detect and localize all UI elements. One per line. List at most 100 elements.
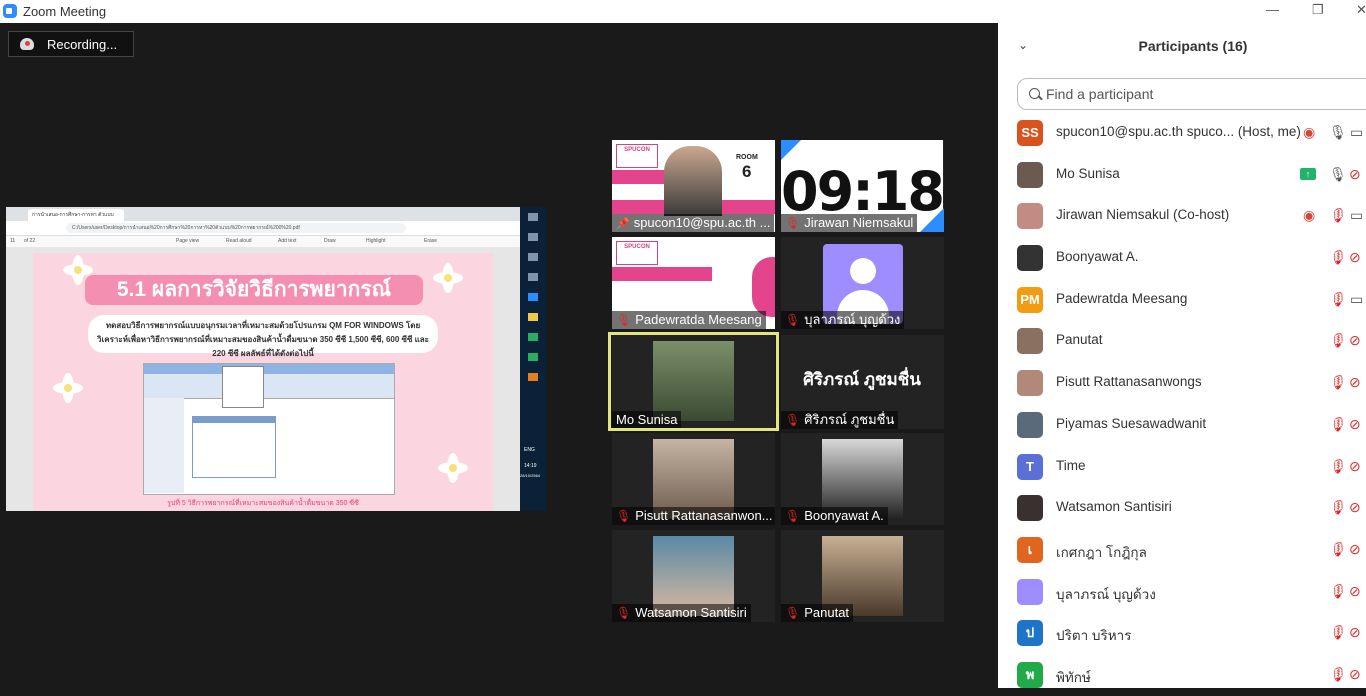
participant-name: spucon10@spu.ac.th spuco... (Host, me)	[1056, 124, 1301, 139]
camera-off-icon[interactable]: ⊘	[1349, 332, 1361, 349]
participant-row[interactable]: Watsamon Santisiri 🎙︎ ⊘	[998, 487, 1366, 529]
video-tile[interactable]: 09:18 🎙 Jirawan Niemsakul	[781, 140, 944, 232]
search-icon	[1029, 88, 1040, 99]
mic-muted-icon[interactable]: 🎙︎	[1328, 207, 1346, 224]
participant-row[interactable]: Boonyawat A. 🎙︎ ⊘	[998, 237, 1366, 279]
camera-icon[interactable]: ▭	[1350, 207, 1363, 224]
participant-row[interactable]: T Time 🎙︎ ⊘	[998, 446, 1366, 488]
mic-muted-icon[interactable]: 🎙︎	[1328, 541, 1346, 558]
camera-off-icon[interactable]: ⊘	[1349, 624, 1361, 641]
participant-avatar	[1017, 578, 1043, 605]
video-tile[interactable]: 🎙 Boonyawat A.	[781, 433, 944, 525]
pdf-page-total: of 22	[24, 238, 36, 244]
participant-row[interactable]: SS spucon10@spu.ac.th spuco... (Host, me)…	[998, 112, 1366, 154]
recording-label: Recording...	[47, 37, 118, 52]
mic-muted-icon[interactable]: 🎙︎	[1328, 332, 1346, 349]
mic-muted-icon[interactable]: 🎙︎	[1328, 583, 1346, 600]
minimize-icon[interactable]: —	[1266, 2, 1279, 17]
participant-avatar	[1017, 328, 1043, 355]
participant-search[interactable]	[1017, 78, 1366, 110]
browser-url[interactable]: C:/Users/user/Desktop/การนำเสนอ%20การศึก…	[66, 223, 406, 233]
taskbar-time: 14:19	[524, 463, 537, 469]
participant-row[interactable]: Mo Sunisa ↑ 🎙︎ ⊘	[998, 154, 1366, 196]
video-tile[interactable]: SPUCON 🎙 Padewratda Meesang	[612, 237, 775, 329]
shared-screen[interactable]: การนำเสนอ-การศึกษา-การหา ตัวแบบ C:/Users…	[6, 207, 546, 511]
camera-icon[interactable]: ▭	[1350, 291, 1363, 308]
tile-name: 🎙 Jirawan Niemsakul	[781, 214, 918, 232]
pdf-page-number: 11	[10, 238, 16, 244]
participant-row[interactable]: Piyamas Suesawadwanit 🎙︎ ⊘	[998, 404, 1366, 446]
tile-name: 🎙 Panutat	[781, 604, 854, 622]
tile-name: 🎙 Padewratda Meesang	[612, 311, 766, 329]
cloud-recording-icon: ◉	[1303, 124, 1316, 140]
participant-row[interactable]: ป ปริตา บริหาร 🎙︎ ⊘	[998, 612, 1366, 654]
video-tile[interactable]: 🎙 Panutat	[781, 530, 944, 622]
pdf-tool-erase[interactable]: Erase	[424, 238, 437, 244]
tile-name: 🎙 Pisutt Rattanasanwon...	[612, 507, 775, 525]
browser-tab[interactable]: การนำเสนอ-การศึกษา-การหา ตัวแบบ	[28, 209, 124, 221]
pdf-slide: 5.1 ผลการวิจัยวิธีการพยากรณ์ ทดสอบวิธีกา…	[33, 253, 493, 511]
search-input[interactable]	[1044, 85, 1348, 103]
room-label: ROOM	[736, 154, 758, 161]
participant-name: พิทักษ์	[1056, 669, 1091, 685]
windows-taskbar: ENG 14:19 28/10/2564	[520, 207, 546, 511]
camera-off-icon[interactable]: ⊘	[1349, 541, 1361, 558]
restore-icon[interactable]: ❐	[1312, 2, 1324, 18]
participant-name: Padewratda Meesang	[1056, 290, 1188, 306]
taskbar-date: 28/10/2564	[520, 473, 541, 478]
participant-row[interactable]: Panutat 🎙︎ ⊘	[998, 320, 1366, 362]
participant-avatar	[1017, 203, 1043, 230]
recording-indicator[interactable]: Recording...	[8, 31, 134, 57]
tile-name: 📌 spucon10@spu.ac.th ...	[612, 214, 775, 232]
video-tile[interactable]: 🎙 Watsamon Santisiri	[612, 530, 775, 622]
pdf-tool-highlight[interactable]: Highlight	[366, 238, 385, 244]
participant-row[interactable]: Pisutt Rattanasanwongs 🎙︎ ⊘	[998, 362, 1366, 404]
spucon-logo-icon: SPUCON	[616, 241, 658, 265]
mic-icon[interactable]: 🎙︎	[1329, 124, 1347, 141]
mic-icon[interactable]: 🎙︎	[1329, 166, 1347, 183]
participant-name: เกศกฎา โกฎิกุล	[1056, 544, 1147, 560]
camera-off-icon[interactable]: ⊘	[1349, 416, 1361, 433]
tile-name: 🎙 Boonyawat A.	[781, 507, 888, 525]
mic-muted-icon[interactable]: 🎙︎	[1328, 374, 1346, 391]
participant-video	[664, 146, 722, 216]
video-tile[interactable]: 🎙 บุลาภรณ์ บุญด้วง	[781, 237, 944, 329]
participant-name: Jirawan Niemsakul (Co-host)	[1056, 207, 1230, 223]
pdf-tool-read-aloud[interactable]: Read aloud	[226, 238, 252, 244]
cloud-recording-icon: ◉	[1303, 207, 1316, 224]
pdf-tool-add-text[interactable]: Add text	[278, 238, 296, 244]
mic-muted-icon[interactable]: 🎙︎	[1328, 416, 1346, 433]
participant-row[interactable]: เ เกศกฎา โกฎิกุล 🎙︎ ⊘	[998, 529, 1366, 571]
pdf-tool-page-view[interactable]: Page view	[176, 238, 199, 244]
mic-muted-icon[interactable]: 🎙︎	[1328, 499, 1346, 516]
participant-avatar	[1017, 411, 1043, 438]
camera-off-icon[interactable]: ⊘	[1349, 249, 1361, 266]
camera-off-icon[interactable]: ⊘	[1349, 458, 1361, 475]
tile-name: 🎙 Watsamon Santisiri	[612, 604, 751, 622]
pdf-tool-draw[interactable]: Draw	[324, 238, 336, 244]
participants-header: — ❐ ✕ ⌄ Participants (16)	[998, 0, 1366, 66]
participant-row[interactable]: พ พิทักษ์ 🎙︎ ⊘	[998, 654, 1366, 696]
camera-icon[interactable]: ▭	[1350, 124, 1363, 141]
mic-muted-icon[interactable]: 🎙︎	[1328, 666, 1346, 683]
camera-off-icon[interactable]: ⊘	[1349, 666, 1361, 683]
video-tile[interactable]: 🎙 Pisutt Rattanasanwon...	[612, 433, 775, 525]
mic-muted-icon[interactable]: 🎙︎	[1328, 249, 1346, 266]
mic-muted-icon[interactable]: 🎙︎	[1328, 624, 1346, 641]
camera-off-icon[interactable]: ⊘	[1349, 374, 1361, 391]
participant-avatar: SS	[1017, 120, 1043, 146]
spucon-logo-icon: SPUCON	[616, 144, 658, 168]
participant-row[interactable]: PM Padewratda Meesang 🎙︎ ▭	[998, 279, 1366, 321]
pin-icon: 📌	[616, 218, 630, 230]
participant-row[interactable]: บุลาภรณ์ บุญด้วง 🎙︎ ⊘	[998, 571, 1366, 613]
camera-off-icon[interactable]: ⊘	[1349, 499, 1361, 516]
video-tile[interactable]: SPUCON ROOM 6 📌 spucon10@spu.ac.th ...	[612, 140, 775, 232]
participant-row[interactable]: Jirawan Niemsakul (Co-host) ◉ 🎙︎ ▭	[998, 195, 1366, 237]
close-icon[interactable]: ✕	[1356, 2, 1366, 18]
mic-muted-icon[interactable]: 🎙︎	[1328, 291, 1346, 308]
video-tile[interactable]: ศิริภรณ์ ภูชมชื่น 🎙 ศิริภรณ์ ภูชมชื่น	[781, 335, 944, 429]
mic-muted-icon[interactable]: 🎙︎	[1328, 458, 1346, 475]
camera-off-icon[interactable]: ⊘	[1349, 583, 1361, 600]
camera-off-icon[interactable]: ⊘	[1349, 166, 1361, 183]
browser-address-bar: C:/Users/user/Desktop/การนำเสนอ%20การศึก…	[6, 221, 546, 236]
